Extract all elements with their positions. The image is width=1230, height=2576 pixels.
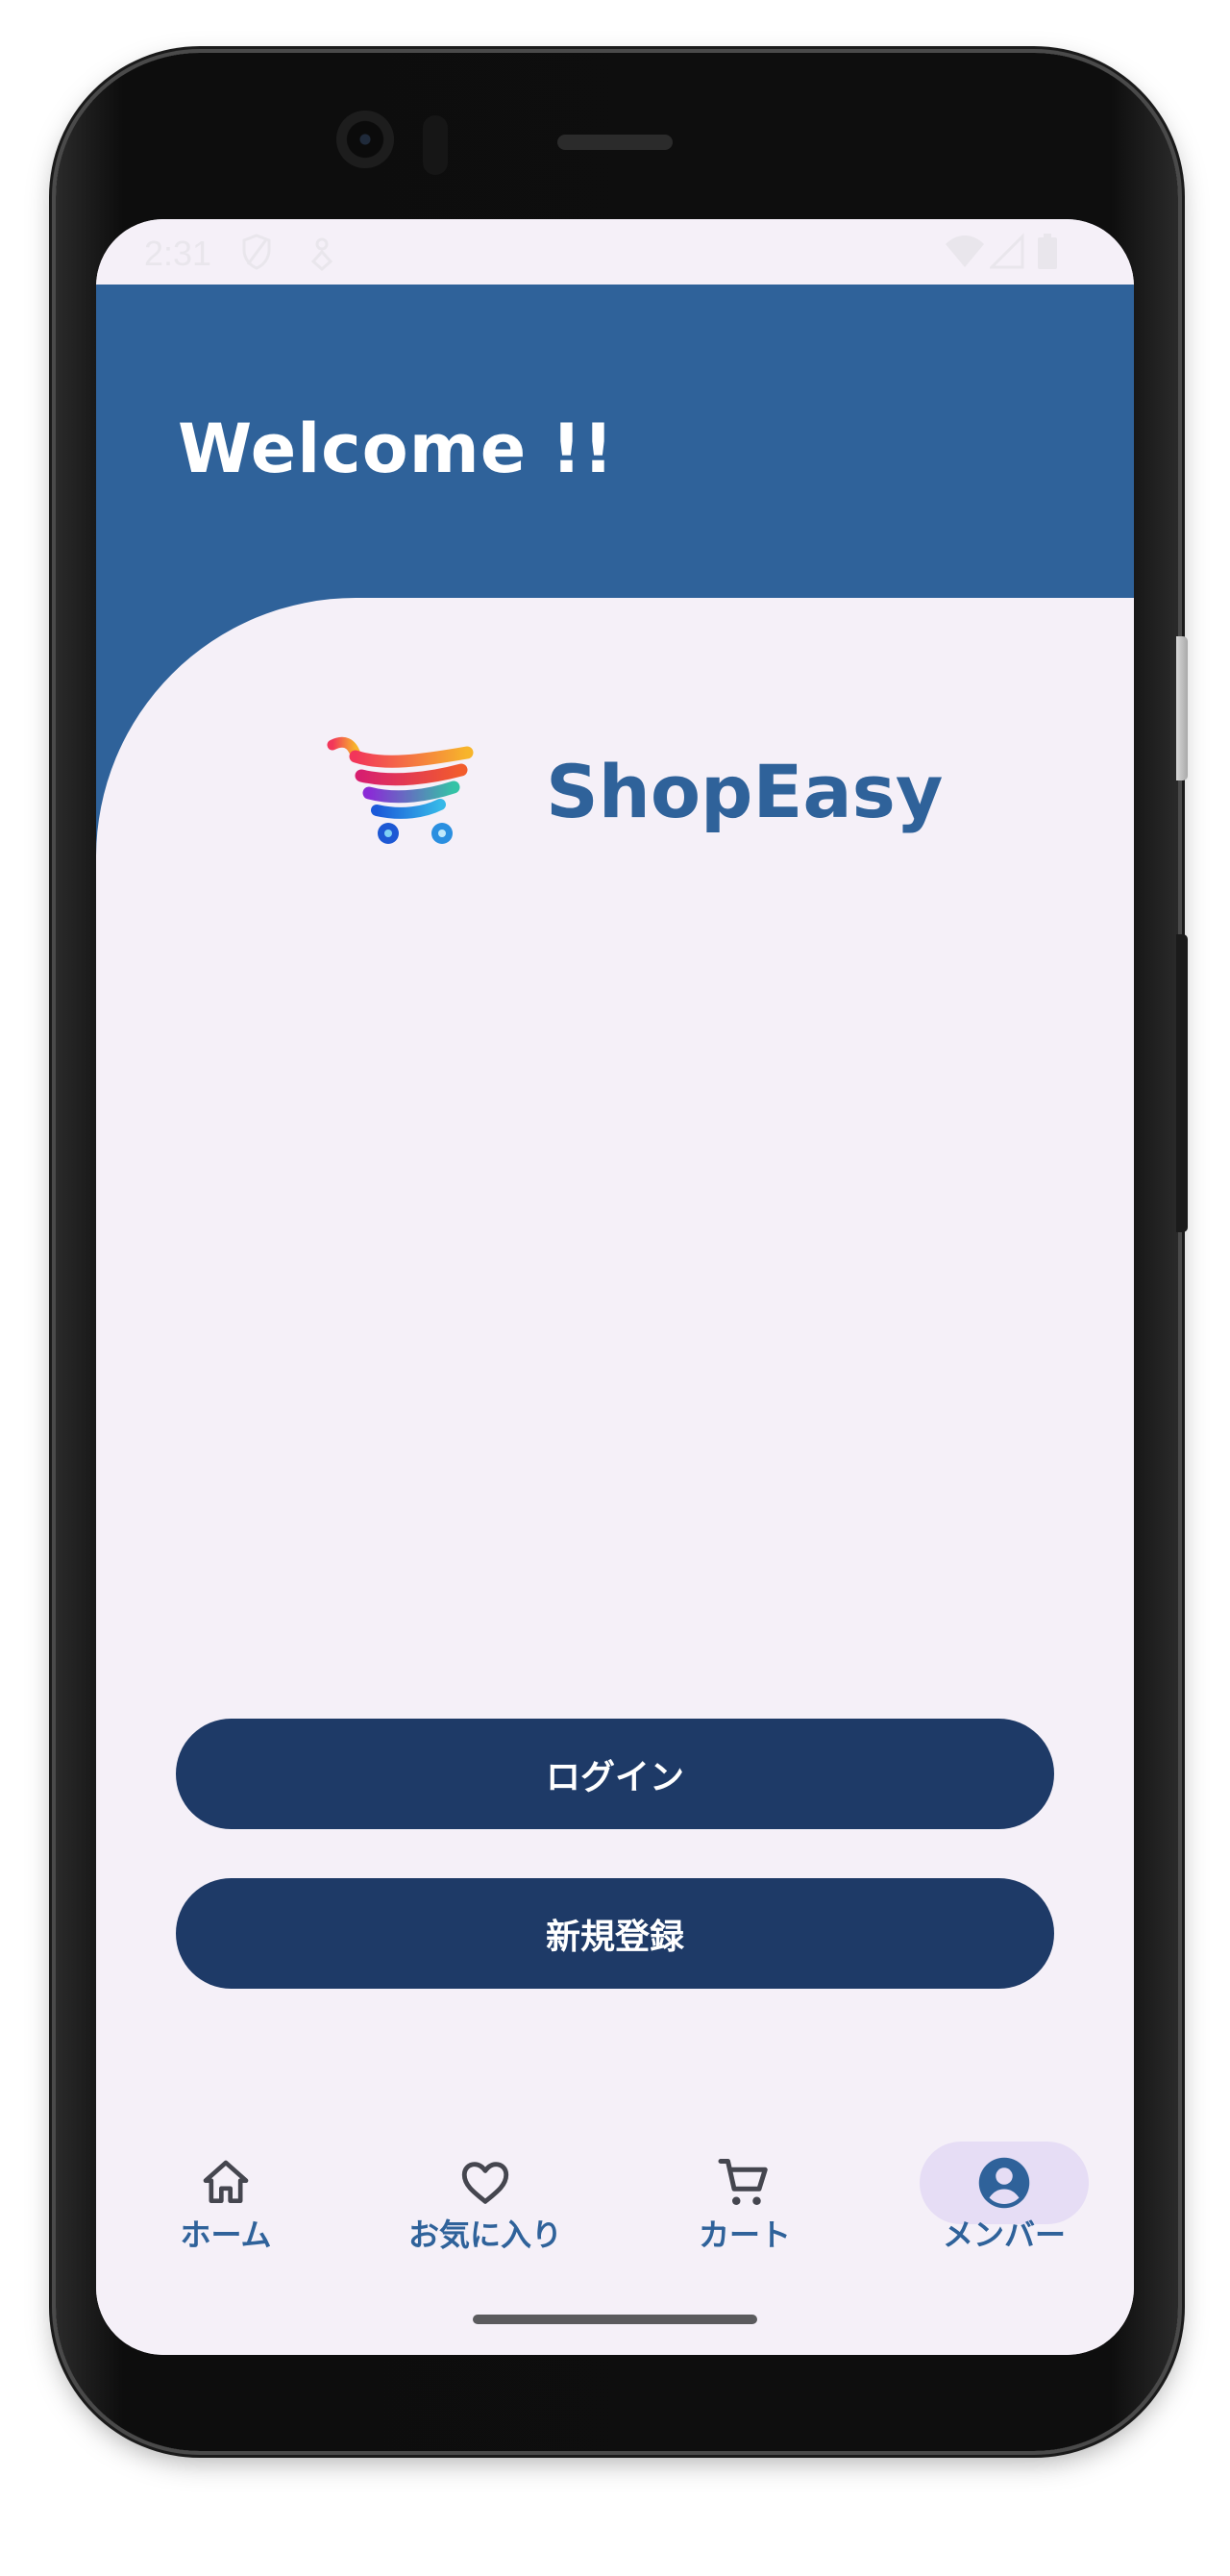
home-icon xyxy=(203,2160,249,2203)
battery-icon xyxy=(1038,234,1057,269)
nav-label-home: ホーム xyxy=(180,2217,272,2253)
login-button[interactable]: ログイン xyxy=(176,1719,1054,1829)
welcome-header: Welcome !! xyxy=(96,285,1134,602)
proximity-sensor xyxy=(423,115,448,175)
status-time: 2:31 xyxy=(144,234,212,273)
page-title: Welcome !! xyxy=(178,409,615,488)
signal-icon xyxy=(990,233,1024,269)
nav-item-member[interactable]: メンバー xyxy=(898,2142,1110,2266)
wifi-icon xyxy=(946,235,984,267)
bottom-navigation: ホーム お気に入り カート メンバー xyxy=(96,2132,1134,2286)
power-button xyxy=(1176,934,1188,1232)
shield-icon xyxy=(242,234,271,270)
status-bar: 2:31 xyxy=(96,219,1134,285)
cart-icon xyxy=(718,2159,768,2205)
nav-label-favorites: お気に入り xyxy=(407,2217,562,2253)
brand-logo-row: ShopEasy xyxy=(327,719,943,863)
nav-item-favorites[interactable]: お気に入り xyxy=(380,2142,591,2266)
earpiece-speaker xyxy=(557,135,673,150)
notification-icon xyxy=(310,237,333,271)
rainbow-shopping-cart-icon xyxy=(327,736,474,844)
volume-button xyxy=(1176,636,1188,780)
brand-name: ShopEasy xyxy=(546,748,944,834)
app-screen: 2:31 Welcome !! ShopEasy ログイン 新規登録 ホーム お… xyxy=(96,219,1134,2355)
nav-label-cart: カート xyxy=(698,2217,791,2253)
heart-icon xyxy=(461,2162,509,2204)
nav-item-cart[interactable]: カート xyxy=(639,2142,850,2266)
nav-item-home[interactable]: ホーム xyxy=(120,2142,332,2266)
register-button[interactable]: 新規登録 xyxy=(176,1878,1054,1989)
nav-label-member: メンバー xyxy=(942,2217,1066,2253)
front-camera xyxy=(336,111,394,168)
home-indicator[interactable] xyxy=(473,2315,757,2324)
account-circle-icon xyxy=(978,2157,1030,2209)
